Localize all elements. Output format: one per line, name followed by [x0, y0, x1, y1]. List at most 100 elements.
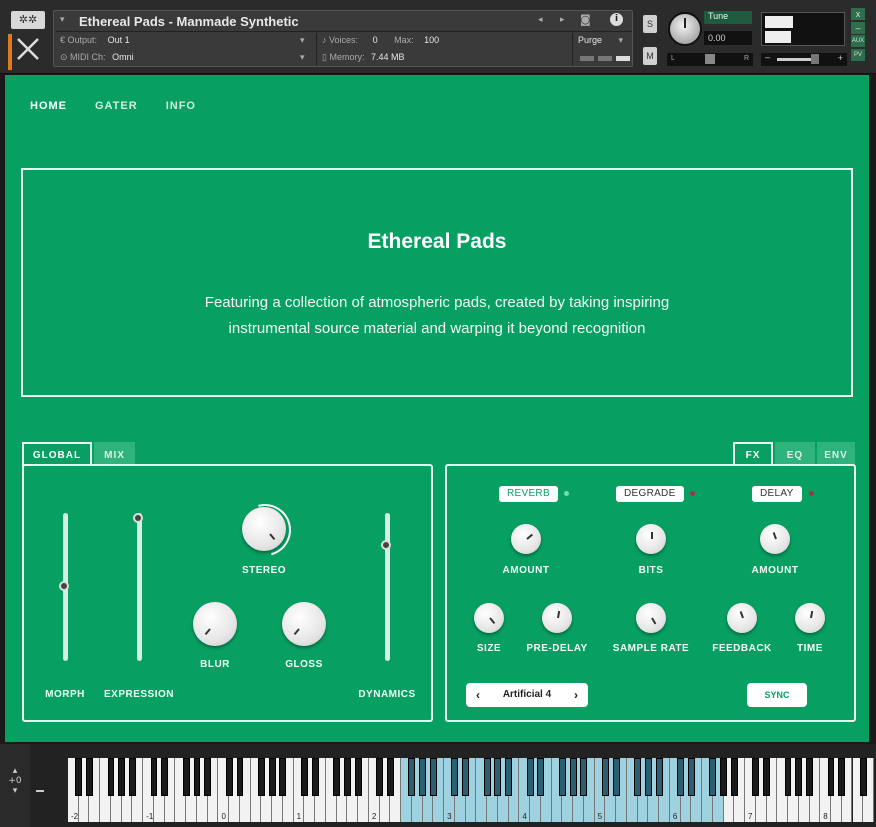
black-key[interactable] [709, 758, 717, 796]
black-key[interactable] [225, 758, 233, 796]
black-key[interactable] [129, 758, 136, 796]
collapse-icon[interactable]: ▾ [60, 15, 65, 25]
black-key[interactable] [376, 758, 384, 796]
tab-mix[interactable]: MIX [94, 442, 135, 466]
tune-value[interactable]: 0.00 [704, 31, 752, 45]
black-key[interactable] [354, 758, 362, 796]
delay-amount-knob[interactable] [760, 524, 790, 554]
midi-dropdown-icon[interactable]: ▾ [300, 52, 305, 63]
degrade-toggle[interactable]: DEGRADE [616, 486, 684, 502]
tool-icon[interactable]: ✲✲ [11, 11, 45, 29]
volume-plus-icon[interactable]: + [838, 53, 843, 63]
close-button[interactable]: x [851, 8, 865, 20]
black-key[interactable] [161, 758, 169, 796]
midi-value[interactable]: Omni [112, 52, 134, 62]
black-key[interactable] [386, 758, 394, 796]
chevron-left-icon[interactable]: ‹ [470, 683, 486, 707]
midi-row[interactable]: ⊙ MIDI Ch: Omni [60, 52, 134, 63]
blur-knob[interactable] [193, 602, 237, 646]
preset-selector[interactable]: ‹ Artificial 4 › [466, 683, 588, 707]
feedback-knob[interactable] [727, 603, 757, 633]
black-key[interactable] [451, 758, 459, 796]
black-key[interactable] [118, 758, 126, 796]
black-key[interactable] [494, 758, 502, 796]
sample-rate-knob[interactable] [636, 603, 666, 633]
black-key[interactable] [343, 758, 351, 796]
solo-button[interactable]: S [643, 15, 657, 33]
black-key[interactable] [569, 758, 577, 796]
black-key[interactable] [505, 758, 513, 796]
black-key[interactable] [150, 758, 158, 796]
tab-global[interactable]: GLOBAL [22, 442, 92, 466]
black-key[interactable] [429, 758, 437, 796]
nav-gater[interactable]: GATER [95, 100, 138, 112]
tab-fx[interactable]: FX [733, 442, 773, 466]
black-key[interactable] [204, 758, 212, 796]
black-key[interactable] [763, 758, 770, 796]
pan-slider[interactable]: L R [667, 53, 753, 66]
transpose-control[interactable]: ▴ +0 ▾ [0, 744, 30, 827]
purge-menu[interactable]: Purge ▾ [578, 35, 623, 46]
black-key[interactable] [859, 758, 867, 796]
black-key[interactable] [677, 758, 684, 796]
black-key[interactable] [483, 758, 491, 796]
output-row[interactable]: € Output: Out 1 [60, 35, 130, 45]
black-key[interactable] [730, 758, 738, 796]
max-value[interactable]: 100 [424, 35, 439, 45]
prev-icon[interactable]: ◂ [538, 15, 543, 25]
black-key[interactable] [537, 758, 545, 796]
black-key[interactable] [644, 758, 652, 796]
nav-home[interactable]: HOME [30, 100, 67, 112]
volume-slider[interactable]: – + [761, 52, 847, 66]
next-icon[interactable]: ▸ [560, 15, 565, 25]
minimize-button[interactable]: – [851, 22, 865, 34]
volume-thumb[interactable] [811, 54, 819, 64]
output-value[interactable]: Out 1 [108, 35, 130, 45]
info-icon[interactable]: i [610, 13, 623, 26]
black-key[interactable] [526, 758, 534, 796]
black-key[interactable] [419, 758, 427, 796]
black-key[interactable] [311, 758, 319, 796]
instrument-name[interactable]: Ethereal Pads - Manmade Synthetic [79, 14, 299, 29]
black-key[interactable] [580, 758, 588, 796]
transpose-up-icon[interactable]: ▴ [0, 766, 30, 776]
transpose-down-icon[interactable]: ▾ [0, 786, 30, 796]
octave-minus-icon[interactable] [36, 790, 44, 792]
black-key[interactable] [752, 758, 760, 796]
black-key[interactable] [268, 758, 276, 796]
black-key[interactable] [806, 758, 813, 796]
sync-button[interactable]: SYNC [747, 683, 807, 707]
aux-button[interactable]: AUX [851, 35, 865, 47]
stereo-knob[interactable] [242, 507, 286, 551]
black-key[interactable] [279, 758, 287, 796]
bits-knob[interactable] [636, 524, 666, 554]
piano-keyboard[interactable]: -2 -1 0 1 2 3 4 5 6 7 8 [68, 758, 874, 827]
camera-icon[interactable]: ◙ [580, 13, 591, 26]
time-knob[interactable] [795, 603, 825, 633]
black-key[interactable] [107, 758, 115, 796]
black-key[interactable] [462, 758, 470, 796]
black-key[interactable] [784, 758, 792, 796]
black-key[interactable] [408, 758, 416, 796]
expression-slider[interactable] [133, 513, 143, 661]
pan-thumb[interactable] [705, 54, 715, 64]
black-key[interactable] [634, 758, 641, 796]
nav-info[interactable]: INFO [166, 100, 196, 112]
morph-slider[interactable] [59, 513, 69, 661]
output-dropdown-icon[interactable]: ▾ [300, 35, 305, 46]
pv-button[interactable]: PV [851, 49, 865, 61]
delay-toggle[interactable]: DELAY [752, 486, 802, 502]
reverb-amount-knob[interactable] [511, 524, 541, 554]
size-knob[interactable] [474, 603, 504, 633]
gloss-knob[interactable] [282, 602, 326, 646]
black-key[interactable] [795, 758, 803, 796]
morph-thumb[interactable] [59, 581, 69, 591]
dynamics-slider[interactable] [381, 513, 391, 661]
black-key[interactable] [558, 758, 566, 796]
tab-env[interactable]: ENV [817, 442, 855, 466]
black-key[interactable] [601, 758, 609, 796]
dynamics-thumb[interactable] [381, 540, 391, 550]
tune-knob[interactable] [668, 12, 702, 46]
black-key[interactable] [838, 758, 846, 796]
volume-minus-icon[interactable]: – [765, 52, 770, 62]
